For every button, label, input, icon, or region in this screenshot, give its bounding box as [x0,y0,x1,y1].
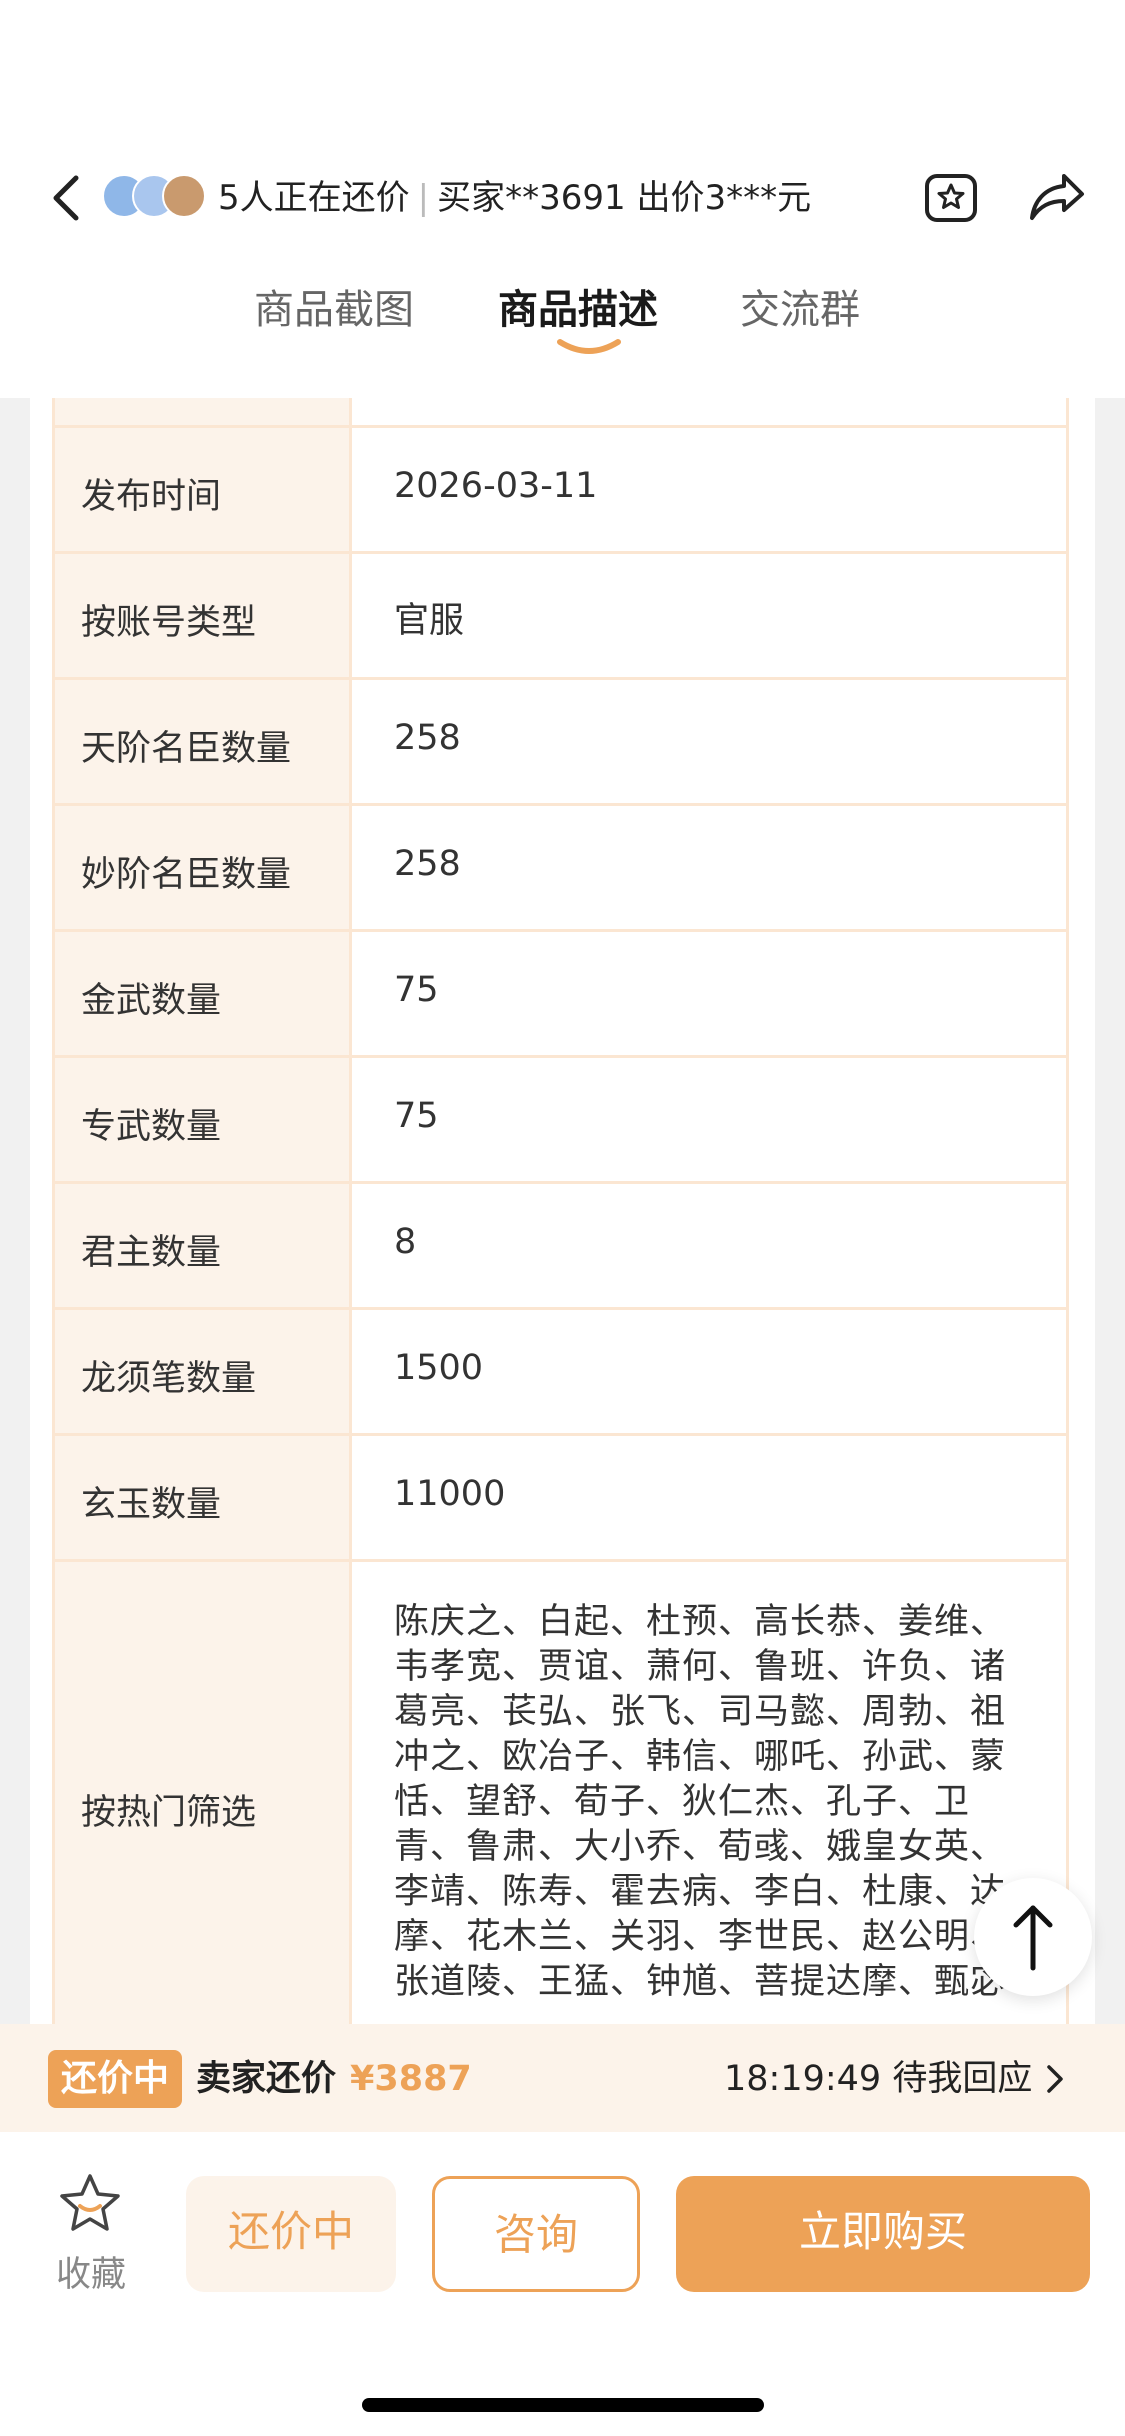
avatar [162,174,206,218]
arrow-up-icon [1013,1905,1053,1971]
row-label: 天阶名臣数量 [81,729,292,769]
row-value-cell: 官服 [352,554,1069,680]
table-row: 君主数量 8 [52,1184,1103,1310]
row-label: 发布时间 [81,477,222,517]
table-row: 按热门筛选 陈庆之、白起、杜预、高长恭、姜维、韦孝宽、贾谊、萧何、鲁班、许负、诸… [52,1562,1103,2024]
row-value-cell: 75 [352,1058,1069,1184]
row-label: 按账号类型 [81,603,257,643]
row-value-cell: 1500 [352,1310,1069,1436]
home-indicator[interactable] [362,2398,764,2412]
row-label-cell: 金武数量 [52,932,352,1058]
back-to-top-button[interactable] [974,1878,1092,1996]
tab-screenshots[interactable]: 商品截图 [254,280,414,340]
bargain-count: 5人正在还价 [218,178,410,218]
row-value: 75 [394,970,439,1010]
row-value: 258 [394,844,461,884]
table-row [52,398,1103,428]
row-label-cell: 君主数量 [52,1184,352,1310]
row-label: 专武数量 [81,1107,222,1147]
back-arrow-icon[interactable] [48,170,84,226]
row-label: 玄玉数量 [81,1485,222,1525]
row-value: 1500 [394,1348,484,1388]
row-value-cell [352,398,1069,428]
row-value-cell: 2026-03-11 [352,428,1069,554]
favorite-label: 收藏 [56,2255,127,2295]
tab-description[interactable]: 商品描述 [498,280,658,340]
row-value-cell: 陈庆之、白起、杜预、高长恭、姜维、韦孝宽、贾谊、萧何、鲁班、许负、诸葛亮、苌弘、… [352,1562,1069,2024]
consult-button[interactable]: 咨询 [432,2176,640,2292]
table-row: 金武数量 75 [52,932,1103,1058]
row-label-cell: 发布时间 [52,428,352,554]
counter-offer-price: ¥3887 [350,2059,472,2099]
row-label: 金武数量 [81,981,222,1021]
row-value-cell: 75 [352,932,1069,1058]
row-label: 妙阶名臣数量 [81,855,292,895]
row-value: 11000 [394,1474,506,1514]
row-value: 258 [394,718,461,758]
table-row: 天阶名臣数量 258 [52,680,1103,806]
separator: | [417,178,430,218]
row-value-cell: 8 [352,1184,1069,1310]
row-value-cell: 11000 [352,1436,1069,1562]
bargaining-badge: 还价中 [48,2050,182,2108]
favorite-star-icon[interactable] [924,170,978,224]
tab-chat-group[interactable]: 交流群 [740,280,860,340]
table-row: 妙阶名臣数量 258 [52,806,1103,932]
row-label-cell: 妙阶名臣数量 [52,806,352,932]
seller-counter-offer: 卖家还价 ¥3887 [196,2052,472,2106]
row-label-cell: 按热门筛选 [52,1562,352,2024]
content-area[interactable]: 发布时间 2026-03-11 按账号类型 官服 天阶名臣数量 258 妙阶名臣… [0,398,1125,2024]
row-value: 官服 [394,601,465,641]
row-label-cell: 专武数量 [52,1058,352,1184]
share-icon[interactable] [1028,170,1086,224]
row-label-cell: 龙须笔数量 [52,1310,352,1436]
row-label-cell [52,398,352,428]
latest-offer: 买家**3691 出价3***元 [437,178,812,218]
row-label-cell: 天阶名臣数量 [52,680,352,806]
row-label: 龙须笔数量 [81,1359,257,1399]
description-card: 发布时间 2026-03-11 按账号类型 官服 天阶名臣数量 258 妙阶名臣… [30,398,1095,2024]
row-value: 陈庆之、白起、杜预、高长恭、姜维、韦孝宽、贾谊、萧何、鲁班、许负、诸葛亮、苌弘、… [394,1602,1007,2002]
bargaining-button[interactable]: 还价中 [186,2176,396,2292]
bottom-action-bar: 收藏 还价中 咨询 立即购买 [0,2132,1125,2436]
row-label: 君主数量 [81,1233,222,1273]
counter-offer-label: 卖家还价 [196,2059,337,2099]
buy-now-button[interactable]: 立即购买 [676,2176,1090,2292]
response-timer: 18:19:49 待我回应 [724,2059,1033,2099]
bargain-info: 5人正在还价 | 买家**3691 出价3***元 [218,172,811,224]
row-label: 按热门筛选 [81,1793,257,1833]
row-value-cell: 258 [352,680,1069,806]
top-header: 5人正在还价 | 买家**3691 出价3***元 商品截图 商品描述 交流群 [0,0,1125,398]
star-icon [60,2174,120,2231]
table-row: 按账号类型 官服 [52,554,1103,680]
table-row: 发布时间 2026-03-11 [52,428,1103,554]
active-tab-indicator [557,339,621,354]
row-value-cell: 258 [352,806,1069,932]
row-label-cell: 玄玉数量 [52,1436,352,1562]
row-value: 75 [394,1096,439,1136]
bargain-status-bar[interactable]: 还价中 卖家还价 ¥3887 18:19:49 待我回应 [0,2024,1125,2132]
bargainer-avatars [102,174,208,220]
table-row: 龙须笔数量 1500 [52,1310,1103,1436]
row-label-cell: 按账号类型 [52,554,352,680]
favorite-button[interactable]: 收藏 [50,2172,134,2295]
table-row: 玄玉数量 11000 [52,1436,1103,1562]
chevron-right-icon [1047,2065,1063,2093]
row-value: 2026-03-11 [394,466,598,506]
row-value: 8 [394,1222,417,1262]
table-row: 专武数量 75 [52,1058,1103,1184]
